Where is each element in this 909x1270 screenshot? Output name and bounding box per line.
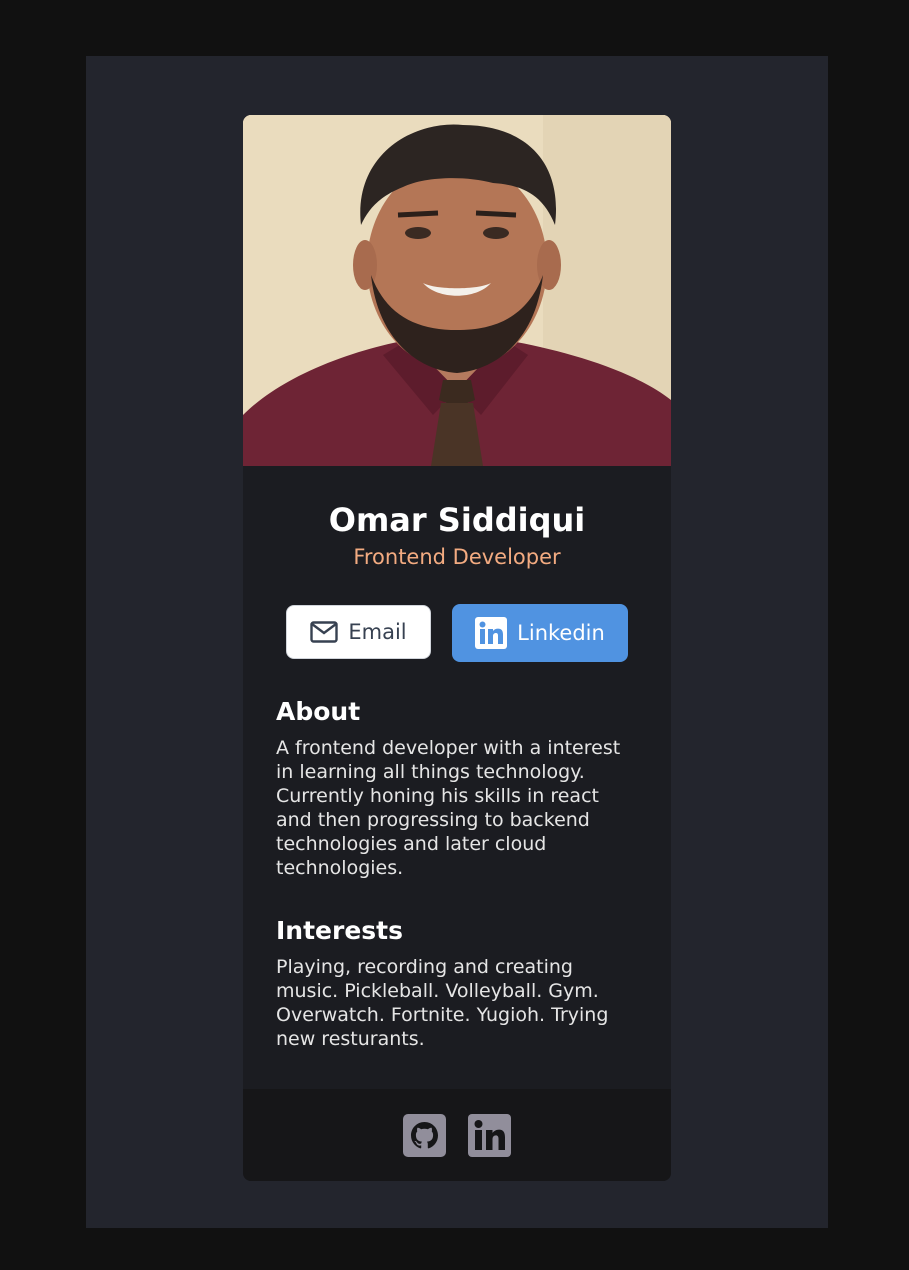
- about-text: A frontend developer with a interest in …: [276, 737, 621, 879]
- profile-role: Frontend Developer: [353, 545, 561, 569]
- profile-card: Omar Siddiqui Frontend Developer Email L…: [243, 115, 671, 1181]
- about-heading: About: [276, 697, 361, 726]
- linkedin-footer-icon[interactable]: [468, 1113, 511, 1157]
- profile-photo-illustration: [243, 115, 671, 466]
- interests-section: Interests Playing, recording and creatin…: [243, 915, 671, 1051]
- card-footer: [243, 1089, 671, 1181]
- profile-name: Omar Siddiqui: [328, 501, 586, 539]
- email-button[interactable]: Email: [286, 605, 431, 659]
- about-section: About A frontend developer with a intere…: [243, 696, 671, 880]
- linkedin-icon: [475, 617, 508, 649]
- linkedin-button[interactable]: Linkedin: [452, 604, 628, 662]
- profile-info: Omar Siddiqui Frontend Developer Email L…: [243, 466, 671, 1051]
- profile-photo: [243, 115, 671, 466]
- github-icon[interactable]: [403, 1113, 446, 1157]
- interests-heading: Interests: [276, 916, 404, 945]
- mail-icon: [310, 621, 339, 643]
- contact-buttons: Email Linkedin: [243, 604, 671, 662]
- interests-text: Playing, recording and creating music. P…: [276, 956, 609, 1050]
- linkedin-button-label: Linkedin: [517, 621, 605, 645]
- email-button-label: Email: [348, 620, 407, 644]
- page-frame: Omar Siddiqui Frontend Developer Email L…: [86, 56, 828, 1228]
